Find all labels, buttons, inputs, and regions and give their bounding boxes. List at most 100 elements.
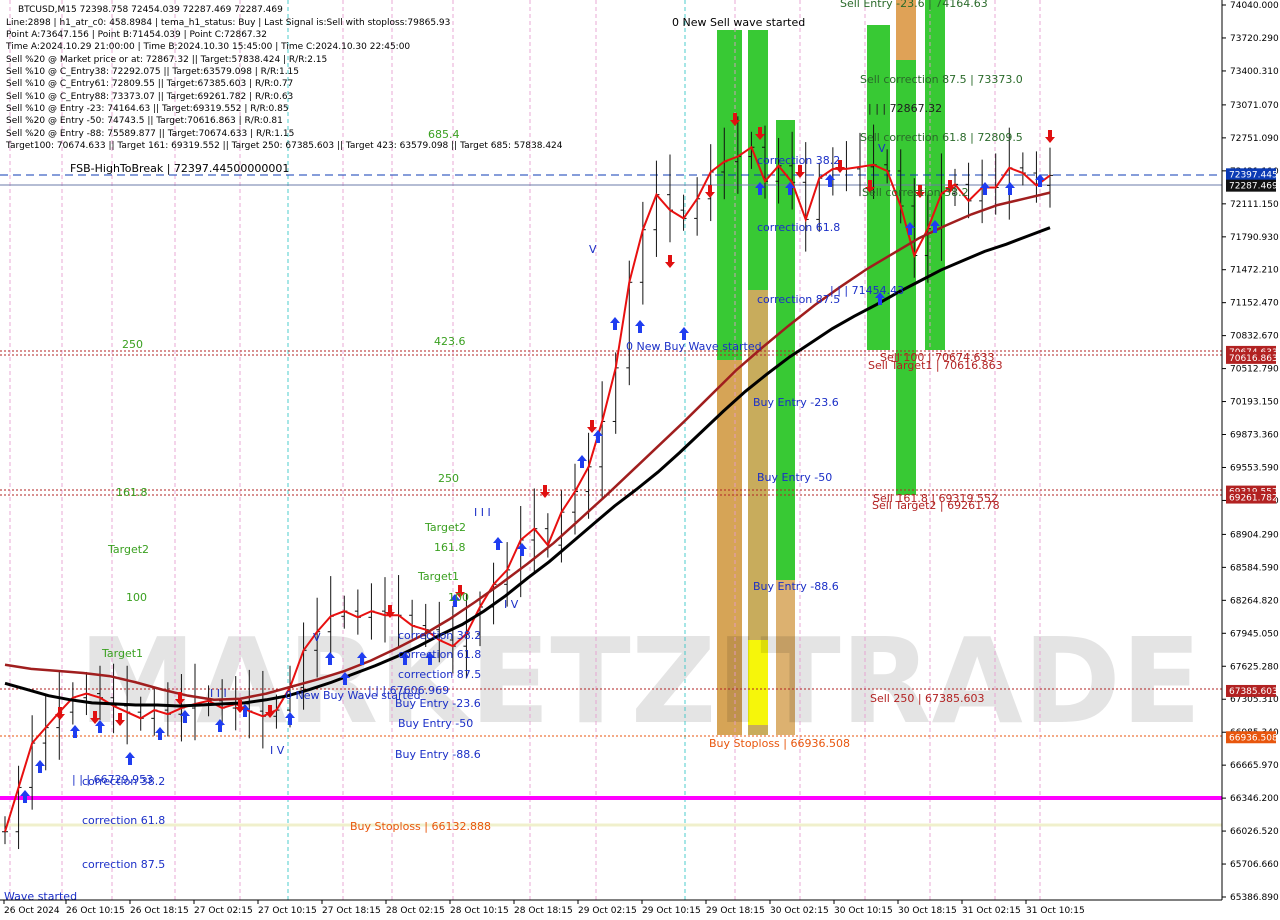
wave-v-right-label: V: [589, 243, 597, 256]
new-sell-wave-label: 0 New Sell wave started: [672, 16, 805, 29]
time-tick-label: 31 Oct 02:15: [962, 906, 1021, 916]
buy-50-right-label: Buy Entry -50: [757, 471, 832, 484]
time-tick-label: 28 Oct 10:15: [450, 906, 509, 916]
fib-100-mid-label: 100: [448, 591, 469, 604]
price-tick-label: 68904.290: [1230, 530, 1279, 540]
time-tick-label: 27 Oct 18:15: [322, 906, 381, 916]
price-axis: 74040.000 73720.290 73400.310 73071.070 7275…: [1221, 0, 1280, 920]
fib-161-left-label: 161.8: [116, 486, 148, 499]
time-tick-label: 31 Oct 10:15: [1026, 906, 1085, 916]
info-line-10: Sell %20 @ Entry -88: 75589.877 || Targe…: [6, 129, 294, 139]
buy-stoploss-1-label: Buy Stoploss | 66132.888: [350, 820, 491, 833]
price-tick-label: 68264.820: [1230, 596, 1279, 606]
buy-stoploss-2-label: Buy Stoploss | 66936.508: [709, 737, 850, 750]
price-tick-label: 67945.050: [1230, 629, 1279, 639]
info-line-1: Line:2898 | h1_atr_c0: 458.8984 | tema_h…: [6, 18, 450, 28]
sell-corr-87-label: Sell correction 87.5 | 73373.0: [860, 73, 1023, 86]
level-c-label: | | | 72867.32: [868, 102, 942, 115]
sell-target1-label: Sell Target1 | 70616.863: [868, 359, 1003, 372]
corr-38-mid-label: correction 38.2: [398, 629, 481, 642]
price-tag-label: 70616.863: [1229, 354, 1278, 364]
wave-v-left-label: V: [313, 631, 321, 644]
time-tick-label: 30 Oct 02:15: [770, 906, 829, 916]
info-line-11: Target100: 70674.633 || Target 161: 6931…: [5, 141, 563, 151]
fib-100-left-label: 100: [126, 591, 147, 604]
price-tick-label: 67625.280: [1230, 662, 1279, 672]
target1-left-label: Target1: [101, 647, 143, 660]
level-b-label: | | | 71454.43: [830, 284, 904, 297]
price-tick-label: 70512.790: [1230, 365, 1279, 375]
price-tick-label: 69873.360: [1230, 431, 1279, 441]
price-tag-label: 72397.445: [1229, 170, 1278, 180]
info-line-8: Sell %10 @ Entry -23: 74164.63 || Target…: [6, 104, 289, 114]
info-line-7: Sell %10 @ C_Entry88: 73373.07 || Target…: [6, 92, 293, 102]
price-tick-label: 70193.150: [1230, 398, 1279, 408]
fib-161-mid-label: 161.8: [434, 541, 466, 554]
price-tick-label: 70832.670: [1230, 332, 1279, 342]
price-tick-label: 73071.070: [1230, 101, 1279, 111]
info-line-5: Sell %10 @ C_Entry38: 72292.075 || Targe…: [6, 67, 299, 77]
corr-61-left-label: correction 61.8: [82, 814, 165, 827]
time-tick-label: 26 Oct 18:15: [130, 906, 189, 916]
sell-entry-top-label: Sell Entry -23.6 | 74164.63: [840, 0, 988, 10]
wave-iv-mid-label: I V: [504, 598, 519, 611]
target2-mid-label: Target2: [424, 521, 466, 534]
time-tick-label: 28 Oct 02:15: [386, 906, 445, 916]
corr-87-mid-label: correction 87.5: [398, 668, 481, 681]
info-line-9: Sell %20 @ Entry -50: 74743.5 || Target:…: [6, 116, 283, 126]
price-tick-label: 66665.970: [1230, 761, 1279, 771]
sell-target2-label: Sell Target2 | 69261.78: [872, 499, 1000, 512]
price-tick-label: 72751.090: [1230, 134, 1279, 144]
price-tick-label: 71472.210: [1230, 266, 1279, 276]
buy-23-right-label: Buy Entry -23.6: [753, 396, 839, 409]
time-tick-label: 28 Oct 18:15: [514, 906, 573, 916]
time-tick-label: 29 Oct 02:15: [578, 906, 637, 916]
time-tick-label: 29 Oct 10:15: [642, 906, 701, 916]
wave-iii-mid-label: I I I: [474, 506, 491, 519]
price-tag-label: 72287.469: [1229, 182, 1278, 192]
price-tick-label: 72111.150: [1230, 200, 1279, 210]
corr-61-right-label: correction 61.8: [757, 221, 840, 234]
price-tick-label: 65386.890: [1230, 893, 1279, 903]
info-title: BTCUSD,M15 72398.758 72454.039 72287.469…: [18, 5, 283, 15]
target2-left-label: Target2: [107, 543, 149, 556]
info-line-6: Sell %10 @ C_Entry61: 72809.55 || Target…: [6, 79, 293, 89]
corr-38-right-label: correction 38.2: [757, 154, 840, 167]
price-tag-label: 66936.508: [1229, 733, 1278, 743]
buy-88-right-label: Buy Entry -88.6: [753, 580, 839, 593]
time-tick-label: 29 Oct 18:15: [706, 906, 765, 916]
time-tick-label: 27 Oct 10:15: [258, 906, 317, 916]
corr-87-left-label: correction 87.5: [82, 858, 165, 871]
wave-iii-left-label: I I I: [210, 687, 227, 700]
info-line-3: Time A:2024.10.29 21:00:00 | Time B:2024…: [5, 42, 410, 52]
chart-root: MARKETZITRADE 0 New Sell wave started FS…: [0, 0, 1280, 920]
wave-v-c-label: V: [878, 142, 886, 155]
buy-50-mid-label: Buy Entry -50: [398, 717, 473, 730]
price-tick-label: 68584.590: [1230, 563, 1279, 573]
corr-87-right-label: correction 87.5: [757, 293, 840, 306]
price-tick-label: 74040.000: [1230, 1, 1279, 11]
watermark: MARKETZITRADE: [79, 612, 1202, 750]
price-tick-label: 73400.310: [1230, 67, 1279, 77]
price-tick-label: 66346.200: [1230, 794, 1279, 804]
corr-61-mid-label: correction 61.8: [398, 648, 481, 661]
price-tick-label: 73720.290: [1230, 34, 1279, 44]
time-tick-label: 27 Oct 02:15: [194, 906, 253, 916]
buy-88-mid-label: Buy Entry -88.6: [395, 748, 481, 761]
sell-corr-38-label: Sell correction 38.2: [862, 186, 969, 199]
price-tick-label: 65706.660: [1230, 860, 1279, 870]
buy-23-mid-label: Buy Entry -23.6: [395, 697, 481, 710]
fib-250-mid-label: 250: [438, 472, 459, 485]
time-tick-label: 30 Oct 18:15: [898, 906, 957, 916]
chart-canvas[interactable]: MARKETZITRADE 0 New Sell wave started FS…: [0, 0, 1280, 920]
fsb-label: FSB-HighToBreak | 72397.44500000001: [70, 162, 289, 175]
price-tick-label: 69553.590: [1230, 463, 1279, 473]
info-line-4: Sell %20 @ Market price or at: 72867.32 …: [6, 55, 327, 65]
time-tick-label: 26 Oct 10:15: [66, 906, 125, 916]
wave-iv-left-label: I V: [270, 744, 285, 757]
sell-250-label: Sell 250 | 67385.603: [870, 692, 985, 705]
level-left-label: | | | 66729.953: [72, 773, 153, 786]
info-line-2: Point A:73647.156 | Point B:71454.039 | …: [6, 30, 267, 40]
target1-mid-label: Target1: [417, 570, 459, 583]
price-tick-label: 66026.520: [1230, 827, 1279, 837]
